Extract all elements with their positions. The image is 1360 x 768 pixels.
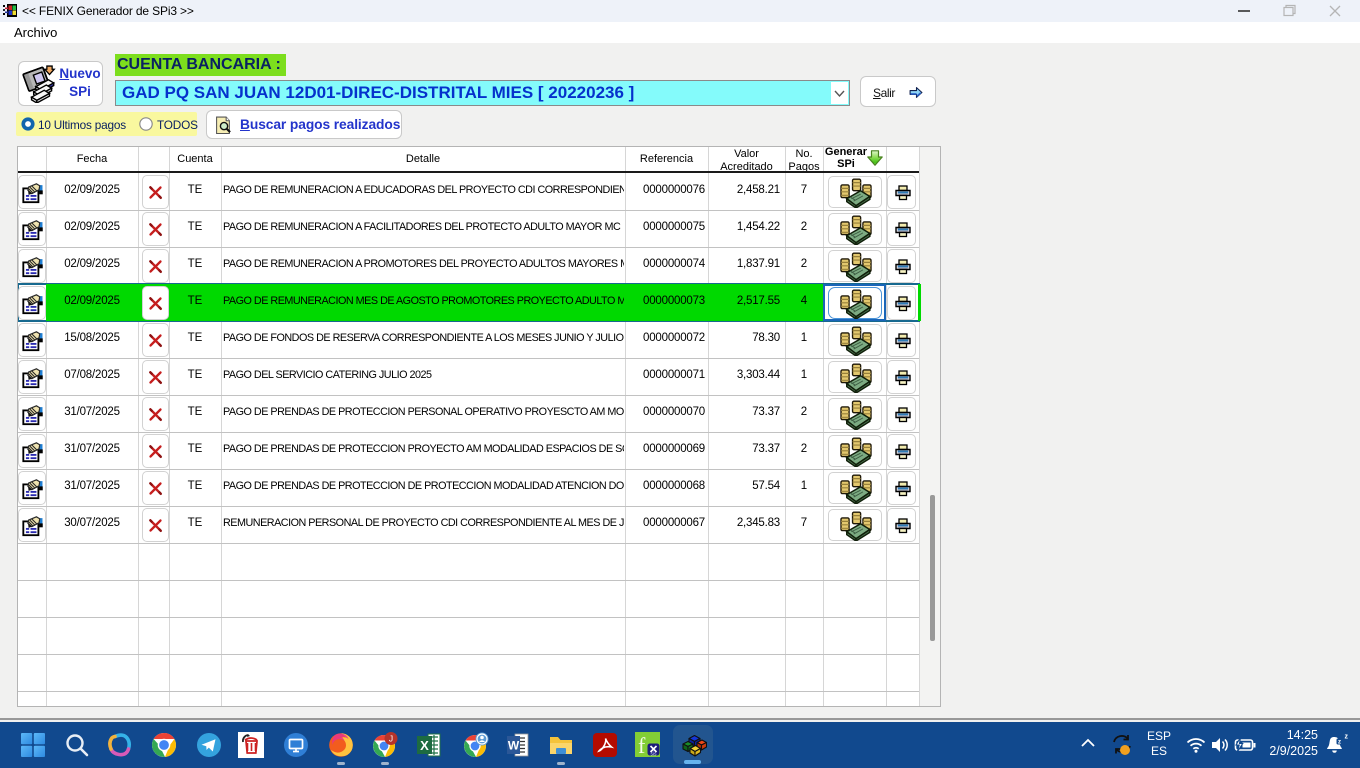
svg-text:X: X	[420, 738, 429, 753]
svg-text:W: W	[508, 739, 520, 753]
svg-text:sis: sis	[650, 752, 657, 758]
svg-text:J: J	[389, 734, 393, 744]
svg-text:z: z	[1345, 734, 1349, 741]
svg-text:f: f	[638, 733, 646, 758]
